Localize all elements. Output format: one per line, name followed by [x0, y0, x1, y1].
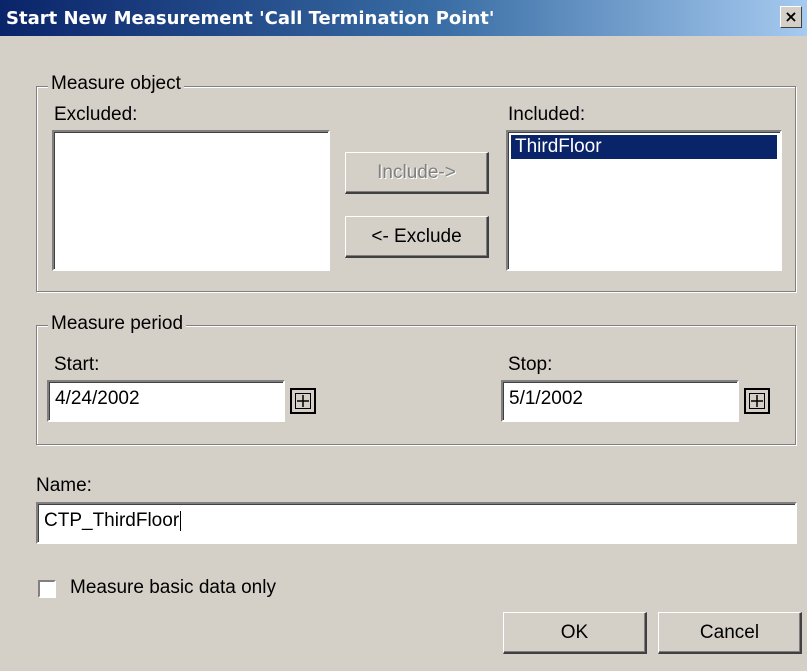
measure-period-legend: Measure period	[48, 313, 187, 335]
stop-date-field[interactable]: 5/1/2002	[501, 380, 739, 422]
name-label: Name:	[36, 475, 92, 496]
included-list[interactable]: ThirdFloor	[506, 130, 782, 271]
text-caret	[180, 510, 182, 531]
list-item[interactable]: ThirdFloor	[511, 135, 777, 159]
ok-button[interactable]: OK	[503, 612, 647, 654]
cancel-button[interactable]: Cancel	[658, 612, 802, 654]
stop-calendar-button[interactable]	[744, 388, 770, 414]
basic-data-label[interactable]: Measure basic data only	[70, 577, 276, 599]
measure-object-legend: Measure object	[48, 73, 184, 95]
include-button[interactable]: Include->	[345, 152, 489, 194]
excluded-list[interactable]	[52, 130, 330, 271]
calendar-icon	[749, 393, 765, 409]
stop-date-value: 5/1/2002	[509, 388, 583, 409]
start-date-field[interactable]: 4/24/2002	[47, 380, 285, 422]
name-value-wrap: CTP_ThirdFloor	[44, 510, 182, 532]
close-button[interactable]: ×	[780, 6, 802, 28]
stop-label: Stop:	[508, 354, 553, 375]
start-calendar-button[interactable]	[290, 388, 316, 414]
start-label: Start:	[54, 354, 100, 375]
name-field[interactable]: CTP_ThirdFloor	[36, 502, 797, 544]
calendar-icon	[295, 393, 311, 409]
excluded-label: Excluded:	[54, 104, 138, 125]
start-date-value: 4/24/2002	[55, 388, 140, 409]
exclude-button[interactable]: <- Exclude	[345, 216, 489, 258]
dialog-title: Start New Measurement 'Call Termination …	[6, 8, 495, 29]
name-value: CTP_ThirdFloor	[44, 510, 180, 531]
title-bar: Start New Measurement 'Call Termination …	[0, 0, 807, 36]
close-icon: ×	[784, 7, 798, 26]
basic-data-checkbox[interactable]	[38, 580, 56, 598]
included-label: Included:	[508, 104, 586, 125]
